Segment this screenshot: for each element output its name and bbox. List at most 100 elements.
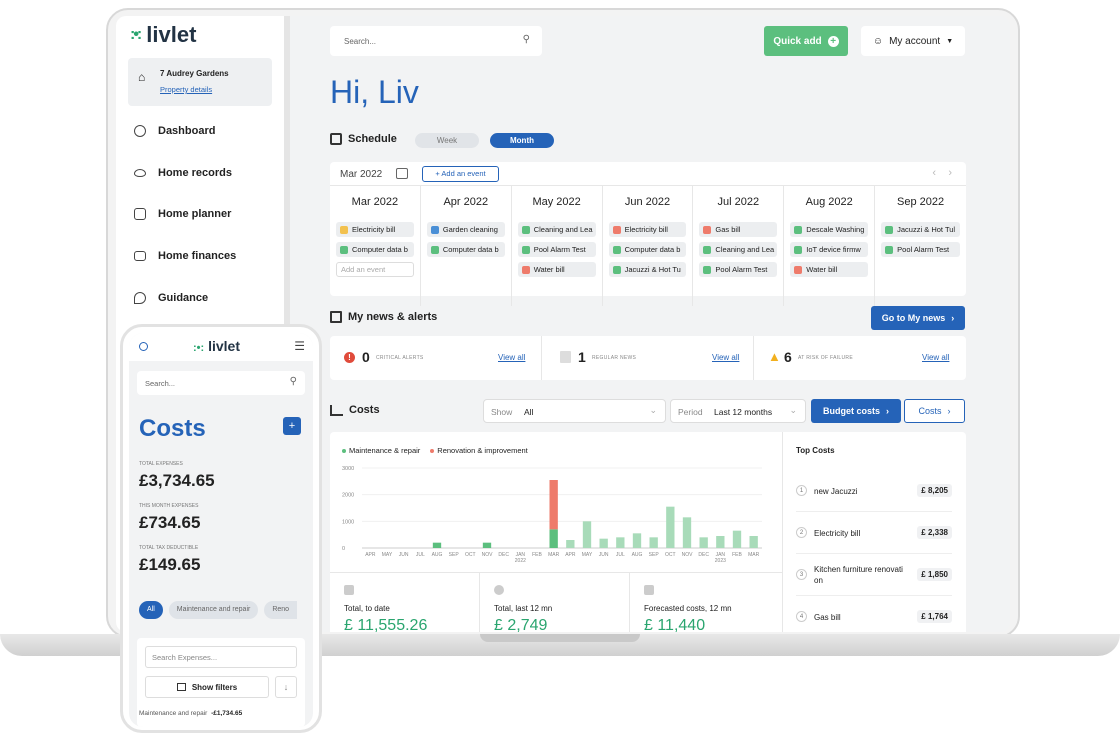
add-event-button[interactable]: + Add an event	[422, 166, 499, 182]
top-cost-row[interactable]: 4 Gas bill £ 1,764	[796, 596, 952, 632]
cost-summary: Total, to date £ 11,555.26 Total, last 12 …	[330, 573, 782, 632]
quick-add-label: Quick add	[773, 35, 822, 47]
bar-maintenance[interactable]	[749, 536, 758, 548]
logo[interactable]: :•: livlet	[130, 22, 196, 48]
bar-maintenance[interactable]	[599, 538, 608, 548]
prev-icon[interactable]: ‹	[932, 167, 936, 179]
search-expenses-input[interactable]: Search Expenses...	[145, 646, 297, 668]
month-header: Sep 2022	[897, 196, 945, 208]
period-select[interactable]: Period Last 12 months ⌄	[670, 399, 806, 423]
next-icon[interactable]: ›	[948, 167, 952, 179]
calendar-event[interactable]: Water bill	[790, 262, 869, 277]
calendar-event[interactable]: Gas bill	[699, 222, 778, 237]
calendar-months: Mar 2022 Electricity bill Computer data bA…	[330, 186, 966, 306]
phone-logo[interactable]: :•: livlet	[193, 338, 240, 354]
show-select[interactable]: Show All ⌄	[483, 399, 666, 423]
calendar-event[interactable]: Computer data b	[336, 242, 414, 257]
go-to-news-button[interactable]: Go to My news ›	[871, 306, 965, 330]
costs-button[interactable]: Costs ›	[904, 399, 965, 423]
property-card[interactable]: ⌂ 7 Audrey Gardens Property details	[128, 58, 272, 106]
phone-header: :•: livlet ☰	[129, 333, 313, 361]
view-all-risk-link[interactable]: View all	[922, 353, 949, 362]
budget-costs-button[interactable]: Budget costs ›	[811, 399, 901, 423]
expense-row-value: -£1,734.65	[211, 710, 243, 717]
view-all-news-link[interactable]: View all	[712, 353, 739, 362]
bar-maintenance[interactable]	[482, 542, 492, 548]
bar-maintenance[interactable]	[699, 537, 708, 548]
calendar-event[interactable]: Descale Washing	[790, 222, 869, 237]
calendar-event[interactable]: Pool Alarm Test	[881, 242, 960, 257]
top-cost-row[interactable]: 1 new Jacuzzi £ 8,205	[796, 470, 952, 512]
regular-count: 1	[578, 349, 586, 365]
chip-renovation[interactable]: Reno	[264, 601, 298, 619]
my-account-button[interactable]: ☺ My account ▼	[861, 26, 965, 56]
y-tick-label: 3000	[342, 466, 354, 472]
legend-item-maintenance[interactable]: Maintenance & repair	[342, 446, 420, 455]
calendar-event[interactable]: Cleaning and Lea	[517, 222, 596, 237]
calendar-picker-icon[interactable]	[396, 168, 408, 179]
calendar-event[interactable]: Jacuzzi & Hot Tul	[881, 222, 960, 237]
calendar-event[interactable]: Garden cleaning	[426, 222, 505, 237]
calendar-event[interactable]: Computer data b	[608, 242, 687, 257]
bar-renovation[interactable]	[549, 480, 558, 530]
bar-maintenance[interactable]	[666, 506, 675, 548]
calendar-event[interactable]: Pool Alarm Test	[517, 242, 596, 257]
bar-maintenance[interactable]	[682, 517, 692, 548]
calendar-event[interactable]: IoT device firmw	[790, 242, 869, 257]
show-filters-button[interactable]: Show filters	[145, 676, 269, 698]
notification-icon[interactable]	[139, 342, 148, 351]
view-all-critical-link[interactable]: View all	[498, 353, 525, 362]
calendar-event[interactable]: Jacuzzi & Hot Tu	[608, 262, 687, 277]
top-cost-value: £ 1,764	[917, 610, 952, 623]
sidebar-item-label: Guidance	[158, 292, 209, 304]
calendar-event[interactable]: Cleaning and Lea	[699, 242, 778, 257]
top-costs-list: 1 new Jacuzzi £ 8,205 2 Electricity bill £ 2,…	[796, 470, 952, 632]
rank-badge: 4	[796, 611, 807, 622]
x-tick-label: DEC	[698, 552, 709, 558]
menu-icon[interactable]: ☰	[294, 339, 305, 353]
top-cost-row[interactable]: 2 Electricity bill £ 2,338	[796, 512, 952, 554]
sidebar-item-home-finances[interactable]: Home finances	[134, 250, 236, 262]
sidebar-item-home-records[interactable]: Home records	[134, 167, 232, 179]
calendar-event[interactable]: Computer data b	[426, 242, 505, 257]
bar-maintenance[interactable]	[632, 533, 642, 548]
phone-stat-label: TOTAL TAX DEDUCTIBLE	[139, 545, 199, 551]
bar-maintenance[interactable]	[649, 537, 658, 548]
bar-maintenance[interactable]	[732, 530, 742, 548]
sidebar-item-home-planner[interactable]: Home planner	[134, 208, 231, 220]
top-cost-row[interactable]: 3 Kitchen furniture renovati on £ 1,850	[796, 554, 952, 596]
property-details-link[interactable]: Property details	[160, 85, 212, 94]
bar-maintenance[interactable]	[616, 537, 625, 548]
phone-search-input[interactable]: Search... ⚲	[137, 371, 305, 395]
bar-maintenance[interactable]	[549, 529, 558, 548]
guidance-icon	[134, 292, 146, 304]
add-event-slot[interactable]: Add an event	[336, 262, 414, 277]
bar-maintenance[interactable]	[716, 536, 725, 548]
risk-label: AT RISK OF FAILURE	[798, 355, 853, 361]
legend-item-renovation[interactable]: Renovation & improvement	[430, 446, 528, 455]
sidebar-item-guidance[interactable]: Guidance	[134, 292, 208, 304]
calendar-event[interactable]: Pool Alarm Test	[699, 262, 778, 277]
bar-maintenance[interactable]	[582, 521, 592, 548]
sidebar-item-dashboard[interactable]: Dashboard	[134, 125, 215, 137]
calendar-event[interactable]: Electricity bill	[336, 222, 414, 237]
phone-screen: :•: livlet ☰ Search... ⚲ Costs + TOTAL E…	[129, 333, 313, 727]
tab-week[interactable]: Week	[415, 133, 479, 148]
chevron-down-icon: ⌄	[649, 405, 657, 415]
chevron-down-icon: ⌄	[789, 405, 797, 415]
search-input[interactable]: Search... ⚲	[330, 26, 542, 56]
sort-icon[interactable]: ↓	[275, 676, 297, 698]
bar-maintenance[interactable]	[432, 542, 442, 548]
bar-maintenance[interactable]	[566, 540, 575, 548]
x-tick-label: OCT	[665, 552, 676, 558]
phone-add-button[interactable]: +	[283, 417, 301, 435]
calendar-event[interactable]: Water bill	[517, 262, 596, 277]
chip-all[interactable]: All	[139, 601, 163, 619]
expense-row[interactable]: Maintenance and repair -£1,734.65	[139, 710, 242, 717]
phone-frame: :•: livlet ☰ Search... ⚲ Costs + TOTAL E…	[120, 324, 322, 733]
x-tick-label: FEB	[732, 552, 742, 558]
calendar-event[interactable]: Electricity bill	[608, 222, 687, 237]
chip-maintenance[interactable]: Maintenance and repair	[168, 601, 259, 619]
tab-month[interactable]: Month	[490, 133, 554, 148]
quick-add-button[interactable]: Quick add +	[764, 26, 848, 56]
